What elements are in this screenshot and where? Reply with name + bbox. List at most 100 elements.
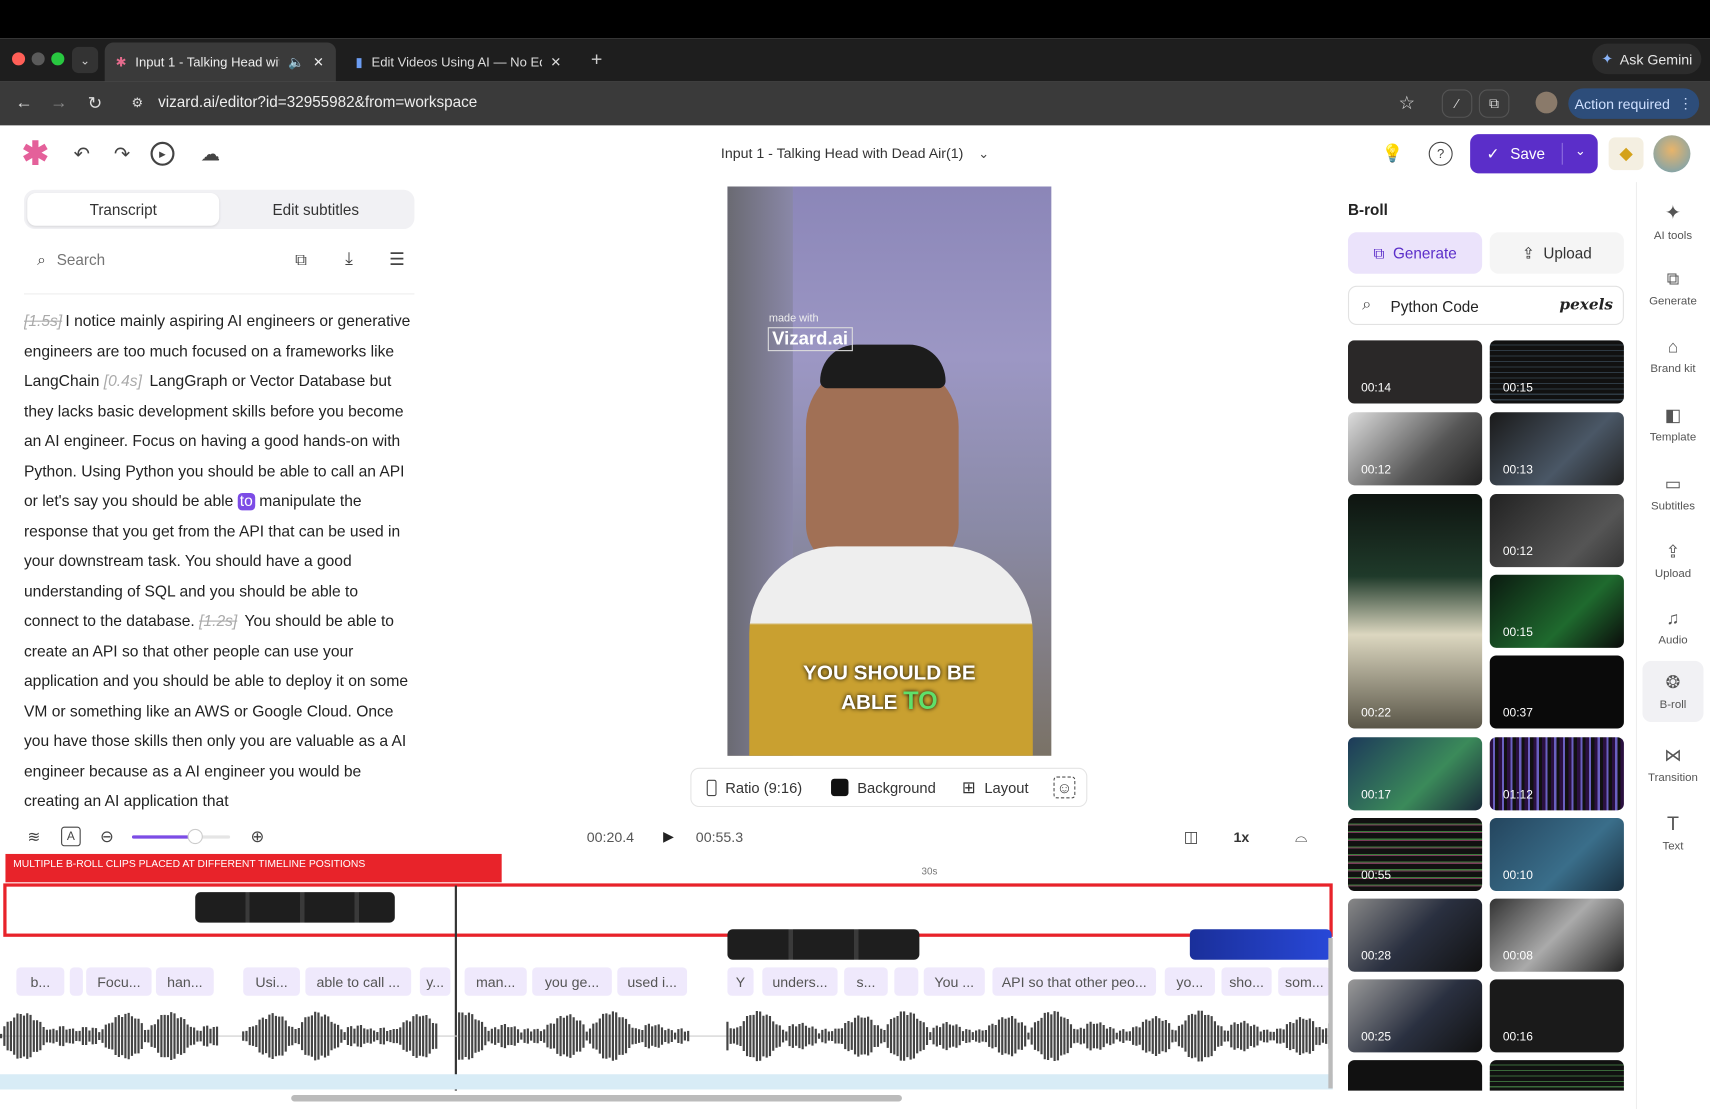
background-button[interactable]: Background bbox=[831, 769, 936, 806]
broll-thumb[interactable]: 00:15 bbox=[1489, 340, 1624, 404]
broll-thumb[interactable]: 00:25 bbox=[1347, 979, 1483, 1053]
broll-thumb[interactable]: 00:08 bbox=[1489, 898, 1624, 972]
subtitle-chip[interactable] bbox=[894, 967, 919, 996]
broll-search[interactable]: ⌕ Python Code pexels bbox=[1347, 285, 1624, 325]
url-field[interactable]: vizard.ai/editor?id=32955982&from=worksp… bbox=[158, 93, 477, 110]
bookmark-star-icon[interactable]: ☆ bbox=[1394, 91, 1420, 117]
save-button[interactable]: ✓ Save ⌄ bbox=[1470, 134, 1598, 174]
close-window-icon[interactable] bbox=[11, 52, 26, 66]
browser-tab-docs[interactable]: ▮ Edit Videos Using AI — No Ed ✕ bbox=[345, 43, 578, 82]
redo-icon[interactable]: ↷ bbox=[110, 142, 134, 166]
sidebar-item-audio[interactable]: ♫ Audio bbox=[1642, 598, 1703, 659]
broll-thumb[interactable]: 01:12 bbox=[1489, 737, 1624, 811]
subtitle-chip[interactable]: b... bbox=[16, 967, 65, 996]
premium-diamond-icon[interactable]: ◆ bbox=[1608, 137, 1644, 171]
speaker-icon[interactable]: 🔈 bbox=[288, 55, 304, 70]
subtitle-chip[interactable]: sho... bbox=[1221, 967, 1272, 996]
broll-search-input[interactable]: Python Code bbox=[1391, 298, 1479, 315]
subtitle-chip[interactable]: API so that other peo... bbox=[992, 967, 1157, 996]
face-track-icon[interactable]: ☺ bbox=[1053, 776, 1076, 799]
audio-waveform[interactable] bbox=[0, 1009, 1331, 1064]
action-required-button[interactable]: Action required ⋮ bbox=[1568, 88, 1700, 119]
subtitle-chip[interactable]: s... bbox=[844, 967, 888, 996]
split-icon[interactable]: ◫ bbox=[1181, 827, 1201, 847]
play-icon[interactable]: ▶ bbox=[659, 827, 679, 847]
maximize-window-icon[interactable] bbox=[51, 52, 65, 66]
sidebar-item-text[interactable]: T Text bbox=[1642, 802, 1703, 863]
sidebar-item-ai-tools[interactable]: ✦ AI tools bbox=[1642, 191, 1703, 252]
minimize-window-icon[interactable] bbox=[31, 52, 45, 66]
browser-tab-editor[interactable]: ✱ Input 1 - Talking Head wit 🔈 ✕ bbox=[104, 42, 336, 82]
timeline-scrollbar[interactable] bbox=[291, 1094, 902, 1102]
fit-timeline-icon[interactable]: ⌓ bbox=[1291, 827, 1311, 847]
user-avatar[interactable] bbox=[1653, 135, 1691, 173]
reload-icon[interactable]: ↻ bbox=[82, 91, 108, 117]
broll-thumb[interactable]: 00:28 bbox=[1347, 898, 1483, 972]
back-icon[interactable]: ← bbox=[11, 91, 37, 117]
download-icon[interactable]: ⤓ bbox=[338, 249, 360, 271]
subtitle-chip[interactable]: used i... bbox=[617, 967, 688, 996]
sidebar-item-broll[interactable]: ❂ B-roll bbox=[1642, 660, 1704, 722]
broll-clip[interactable] bbox=[195, 892, 395, 923]
sidebar-item-brand-kit[interactable]: ⌂ Brand kit bbox=[1642, 326, 1703, 387]
close-tab-icon[interactable]: ✕ bbox=[550, 55, 561, 70]
subtitle-chip[interactable] bbox=[69, 967, 83, 996]
sidebar-item-subtitles[interactable]: ▭ Subtitles bbox=[1642, 462, 1703, 523]
subtitle-chip[interactable]: unders... bbox=[762, 967, 838, 996]
vertical-scrollbar[interactable] bbox=[1328, 937, 1333, 1089]
broll-thumb[interactable]: 00:12 bbox=[1489, 494, 1624, 568]
subtitle-chip[interactable]: han... bbox=[155, 967, 214, 996]
profile-avatar[interactable] bbox=[1535, 91, 1558, 114]
sidebar-item-upload[interactable]: ⇪ Upload bbox=[1642, 530, 1703, 591]
subtitle-chip[interactable]: Y bbox=[727, 967, 754, 996]
video-preview[interactable]: made with Vizard.ai YOU SHOULD BE ABLE T… bbox=[727, 186, 1052, 756]
captions-style-icon[interactable]: ≋ bbox=[24, 827, 44, 847]
transcript-text[interactable]: [1.5s] I notice mainly aspiring AI engine… bbox=[24, 308, 417, 812]
preview-play-icon[interactable]: ▶ bbox=[150, 141, 175, 166]
ratio-button[interactable]: Ratio (9:16) bbox=[706, 769, 802, 806]
new-tab-button[interactable]: + bbox=[585, 47, 609, 71]
forward-icon[interactable]: → bbox=[46, 91, 72, 117]
text-style-icon[interactable]: A bbox=[61, 826, 81, 847]
tab-edit-subtitles[interactable]: Edit subtitles bbox=[220, 193, 411, 226]
project-title[interactable]: Input 1 - Talking Head with Dead Air(1) bbox=[721, 145, 963, 161]
subtitle-chip[interactable]: som... bbox=[1278, 967, 1331, 996]
current-word[interactable]: to bbox=[237, 492, 255, 511]
broll-thumb[interactable] bbox=[1489, 1060, 1624, 1091]
subtitle-chip[interactable]: Usi... bbox=[243, 967, 300, 996]
speed-button[interactable]: 1x bbox=[1233, 829, 1249, 845]
filter-icon[interactable]: ☰ bbox=[386, 249, 408, 271]
subtitle-chip[interactable]: Focu... bbox=[86, 967, 152, 996]
subtitle-chip[interactable]: yo... bbox=[1164, 967, 1215, 996]
zoom-in-icon[interactable]: ⊕ bbox=[248, 827, 268, 847]
help-icon[interactable]: ? bbox=[1428, 141, 1453, 166]
broll-thumb[interactable]: 00:10 bbox=[1489, 817, 1624, 892]
subtitle-chip[interactable]: man... bbox=[464, 967, 527, 996]
broll-clip[interactable] bbox=[1189, 929, 1332, 960]
cloud-save-icon[interactable]: ☁ bbox=[198, 142, 222, 166]
tab-transcript[interactable]: Transcript bbox=[27, 193, 220, 226]
broll-thumb[interactable] bbox=[1347, 1060, 1483, 1091]
broll-thumb[interactable]: 00:22 bbox=[1347, 494, 1483, 729]
audio-track[interactable] bbox=[0, 1074, 1333, 1090]
generate-tab[interactable]: ⧉ Generate bbox=[1347, 232, 1483, 274]
subtitle-chip[interactable]: you ge... bbox=[532, 967, 612, 996]
sidebar-item-transition[interactable]: ⋈ Transition bbox=[1642, 734, 1703, 795]
extension-pin-icon[interactable]: ⁄ bbox=[1441, 89, 1473, 118]
extensions-puzzle-icon[interactable]: ⧉ bbox=[1478, 89, 1510, 118]
pause-marker[interactable]: [1.5s] bbox=[24, 313, 62, 330]
broll-thumb[interactable]: 00:37 bbox=[1489, 655, 1624, 729]
broll-thumb[interactable]: 00:13 bbox=[1489, 412, 1624, 486]
broll-thumb[interactable]: 00:12 bbox=[1347, 412, 1483, 486]
broll-thumb[interactable]: 00:14 bbox=[1347, 340, 1483, 404]
undo-icon[interactable]: ↶ bbox=[70, 142, 94, 166]
pause-marker[interactable]: [1.2s] bbox=[199, 613, 237, 630]
transcript-search-input[interactable] bbox=[56, 246, 264, 273]
zoom-slider[interactable] bbox=[131, 828, 231, 845]
copy-icon[interactable]: ⧉ bbox=[290, 249, 312, 271]
broll-thumb[interactable]: 00:16 bbox=[1489, 979, 1624, 1053]
ask-gemini-button[interactable]: ✦ Ask Gemini bbox=[1592, 43, 1702, 75]
close-tab-icon[interactable]: ✕ bbox=[313, 55, 324, 70]
vizard-logo[interactable]: ✱ bbox=[22, 138, 53, 171]
layout-button[interactable]: ⊞ Layout bbox=[962, 769, 1029, 806]
